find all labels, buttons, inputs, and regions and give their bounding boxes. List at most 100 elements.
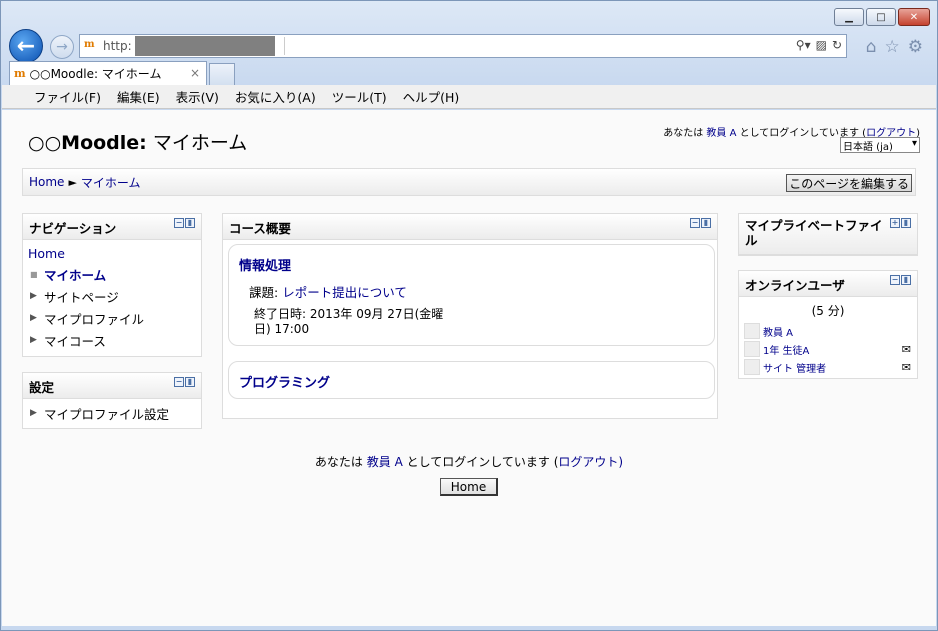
online-users-header: オンラインユーザ − ▮ [739,271,917,297]
menu-bar: ファイル(F) 編集(E) 表示(V) お気に入り(A) ツール(T) ヘルプ(… [2,85,936,109]
avatar [744,359,760,375]
forward-button[interactable]: → [50,35,74,59]
course-link[interactable]: プログラミング [239,376,330,391]
chevron-down-icon: ▾ [911,138,917,149]
address-tools: ⚲▾ ▨ ↻ [796,38,842,52]
compat-view-icon[interactable]: ▨ [816,38,827,52]
expand-triangle-icon: ▶ [30,313,37,323]
settings-item-profile[interactable]: ▶ マイプロファイル設定 [23,402,201,424]
due-date: 終了日時: 2013年 09月 27日(金曜 日) 17:00 [254,307,444,336]
favorites-star-icon[interactable]: ☆ [885,37,900,57]
online-user-link[interactable]: 教員 A [763,324,793,339]
menu-file[interactable]: ファイル(F) [26,87,109,106]
nav-item-my-courses[interactable]: ▶ マイコース [23,329,201,351]
collapse-icon[interactable]: − [690,218,700,228]
menu-tools[interactable]: ツール(T) [324,87,395,106]
online-user-row: 教員 A [739,322,917,340]
back-button[interactable]: ← [9,29,43,63]
address-divider [284,37,285,55]
tab-title: ○○Moodle: マイホーム [29,67,162,81]
dock-icon[interactable]: ▮ [901,275,911,285]
nav-item-myhome[interactable]: ■ マイホーム [23,263,201,285]
course-box-info-processing: 情報処理 課題: レポート提出について 終了日時: 2013年 09月 27日(… [228,244,715,346]
footer-user-link[interactable]: 教員 A [367,455,403,469]
online-period: (5 分) [811,304,845,318]
bullet-square-icon: ■ [30,269,38,279]
window-controls: ▁ □ ✕ [834,8,930,26]
assignment-line: 課題: レポート提出について [249,285,407,300]
tab-close-icon[interactable]: × [190,66,200,80]
collapse-icon[interactable]: − [174,218,184,228]
dock-icon[interactable]: ▮ [901,218,911,228]
edit-page-button[interactable]: このページを編集する [786,174,912,192]
gear-icon[interactable]: ⚙ [908,37,923,57]
home-button[interactable]: Home [440,478,498,496]
footer-login-info: あなたは 教員 A としてログインしています (ログアウト) [314,455,624,469]
course-link[interactable]: 情報処理 [239,259,291,274]
moodle-favicon-icon: m [84,39,95,50]
nav-item-site-pages[interactable]: ▶ サイトページ [23,285,201,307]
course-overview-block: コース概要 − ▮ 情報処理 課題: レポート提出について 終了日時: 2013年… [222,213,718,419]
refresh-icon[interactable]: ↻ [832,38,842,52]
settings-block: 設定 − ▮ ▶ マイプロファイル設定 [22,372,202,429]
block-controls: − ▮ [174,218,195,228]
back-arrow-icon: ← [16,33,36,59]
private-files-block: マイプライベートファイル + ▮ [738,213,918,256]
online-user-row: サイト 管理者 ✉ [739,358,917,376]
expand-triangle-icon: ▶ [30,291,37,301]
collapse-icon[interactable]: − [174,377,184,387]
navigation-block-header: ナビゲーション − ▮ [23,214,201,240]
dock-icon[interactable]: ▮ [185,377,195,387]
message-envelope-icon[interactable]: ✉ [902,361,911,374]
breadcrumb-home[interactable]: Home [29,175,64,189]
language-select[interactable]: 日本語 (ja) ▾ [840,137,920,153]
page-title: ○○Moodle: マイホーム [28,132,248,154]
close-window-button[interactable]: ✕ [898,8,930,26]
home-icon[interactable]: ⌂ [866,37,877,57]
address-bar[interactable]: m http: ⚲▾ ▨ ↻ [79,34,847,58]
dock-icon[interactable]: ▮ [701,218,711,228]
menu-edit[interactable]: 編集(E) [109,87,168,106]
online-user-link[interactable]: 1年 生徒A [763,342,809,357]
address-url: http: [103,39,132,53]
block-controls: + ▮ [890,218,911,228]
breadcrumb-separator-icon: ► [68,175,77,189]
nav-item-my-profile[interactable]: ▶ マイプロファイル [23,307,201,329]
breadcrumb: Home ► マイホーム このページを編集する [22,168,916,196]
block-controls: − ▮ [690,218,711,228]
menu-view[interactable]: 表示(V) [168,87,227,106]
browser-window: ▁ □ ✕ ← → m http: ⚲▾ ▨ ↻ ⌂ ☆ ⚙ m ○○Moodl… [0,0,938,631]
breadcrumb-current[interactable]: マイホーム [81,174,141,191]
online-user-link[interactable]: サイト 管理者 [763,360,826,375]
block-controls: − ▮ [890,275,911,285]
collapse-icon[interactable]: − [890,275,900,285]
block-controls: − ▮ [174,377,195,387]
maximize-button[interactable]: □ [866,8,896,26]
forward-arrow-icon: → [56,39,68,55]
nav-home-link[interactable]: Home [28,246,65,261]
private-files-header: マイプライベートファイル + ▮ [739,214,917,255]
dock-icon[interactable]: ▮ [185,218,195,228]
search-icon[interactable]: ⚲▾ [796,38,811,52]
new-tab-button[interactable] [209,63,235,85]
menu-favorites[interactable]: お気に入り(A) [227,87,324,106]
expand-icon[interactable]: + [890,218,900,228]
page-content: ○○Moodle: マイホーム あなたは 教員 A としてログインしています (… [2,110,936,626]
expand-triangle-icon: ▶ [30,408,37,418]
browser-toolbar-icons: ⌂ ☆ ⚙ [866,37,923,57]
navigation-block: ナビゲーション − ▮ Home ■ マイホーム ▶ サイトページ ▶ マイプロファイル… [22,213,202,357]
user-link[interactable]: 教員 A [706,128,736,139]
tab-active[interactable]: m ○○Moodle: マイホーム × [9,61,207,85]
expand-triangle-icon: ▶ [30,335,37,345]
message-envelope-icon[interactable]: ✉ [902,343,911,356]
settings-block-header: 設定 − ▮ [23,373,201,399]
assignment-link[interactable]: レポート提出について [282,285,407,300]
avatar [744,323,760,339]
course-overview-header: コース概要 − ▮ [223,214,717,240]
footer-logout-link[interactable]: ログアウト [558,455,618,469]
menu-help[interactable]: ヘルプ(H) [395,87,468,106]
online-users-block: オンラインユーザ − ▮ (5 分) 教員 A 1年 生徒A ✉ サイト 管理者 ✉ [738,270,918,379]
moodle-tab-icon: m [14,67,26,80]
minimize-button[interactable]: ▁ [834,8,864,26]
online-user-row: 1年 生徒A ✉ [739,340,917,358]
